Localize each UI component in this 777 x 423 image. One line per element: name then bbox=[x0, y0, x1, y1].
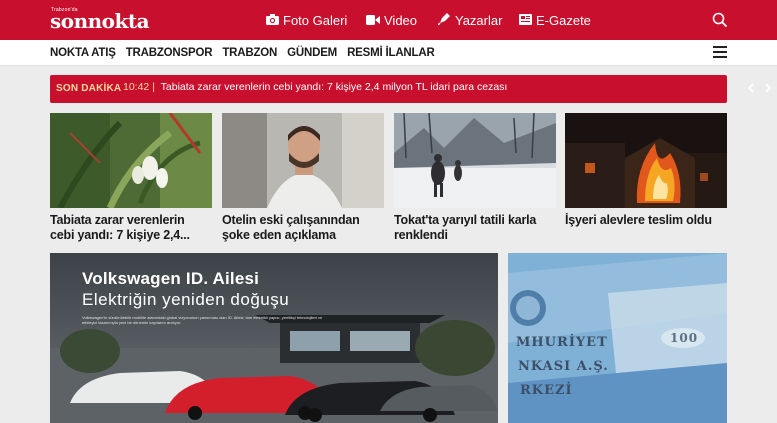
pen-icon bbox=[437, 12, 451, 28]
ad-body-text: Volkswagen'in sürdürülebilir mobilite al… bbox=[82, 315, 323, 325]
volkswagen-ad-banner[interactable]: Volkswagen ID. Ailesi Elektriğin yeniden… bbox=[50, 253, 498, 423]
nav-photo-gallery-label: Foto Galeri bbox=[283, 12, 348, 28]
top-header: Trabzon'da sonnokta Foto Galeri Video Ya… bbox=[0, 0, 777, 40]
category-nav: NOKTA ATIŞ TRABZONSPOR TRABZON GÜNDEM RE… bbox=[0, 40, 777, 66]
news-thumbnail-fire[interactable] bbox=[565, 113, 727, 208]
banknote-text-line1: MHURİYET bbox=[516, 335, 608, 350]
breaking-news-label: SON DAKİKA bbox=[56, 83, 122, 94]
news-card-title[interactable]: İşyeri alevlere teslim oldu bbox=[565, 213, 727, 228]
nav-authors[interactable]: Yazarlar bbox=[437, 0, 503, 40]
category-nokta-atis[interactable]: NOKTA ATIŞ bbox=[50, 47, 116, 59]
news-card[interactable]: Tabiata zarar verenlerin cebi yandı: 7 k… bbox=[50, 113, 212, 243]
nav-e-newspaper[interactable]: E-Gazete bbox=[519, 0, 591, 40]
news-card-title[interactable]: Otelin eski çalışanından şoke eden açıkl… bbox=[222, 213, 384, 243]
category-trabzonspor[interactable]: TRABZONSPOR bbox=[126, 47, 213, 59]
ad-subtitle: Elektriğin yeniden doğuşu bbox=[82, 290, 290, 309]
news-card[interactable]: İşyeri alevlere teslim oldu bbox=[565, 113, 727, 228]
banknote-denomination: 100 bbox=[670, 331, 699, 345]
nav-e-newspaper-label: E-Gazete bbox=[536, 12, 591, 28]
site-logo[interactable]: Trabzon'da sonnokta bbox=[50, 6, 150, 34]
chevron-right-icon bbox=[765, 83, 772, 93]
news-card[interactable]: Otelin eski çalışanından şoke eden açıkl… bbox=[222, 113, 384, 243]
breaking-news-time: 10:42 | bbox=[123, 81, 155, 93]
nav-authors-label: Yazarlar bbox=[455, 12, 503, 28]
category-resmi-ilanlar[interactable]: RESMİ İLANLAR bbox=[347, 47, 435, 59]
ad-title: Volkswagen ID. Ailesi bbox=[82, 269, 260, 288]
news-card-title[interactable]: Tabiata zarar verenlerin cebi yandı: 7 k… bbox=[50, 213, 212, 243]
banknote-text-line2: NKASI A.Ş. bbox=[518, 359, 609, 374]
news-card-title[interactable]: Tokat'ta yarıyıl tatili karla renklendi bbox=[394, 213, 556, 243]
news-card[interactable]: Tokat'ta yarıyıl tatili karla renklendi bbox=[394, 113, 556, 243]
ticker-prev-button[interactable] bbox=[744, 81, 758, 95]
logo-wordmark: sonnokta bbox=[50, 9, 150, 33]
video-camera-icon bbox=[366, 13, 380, 28]
camera-icon bbox=[266, 13, 279, 28]
search-button[interactable] bbox=[710, 10, 730, 30]
news-thumbnail-snow[interactable] bbox=[394, 113, 556, 208]
banknote-text-line3: RKEZİ bbox=[520, 383, 573, 398]
category-trabzon[interactable]: TRABZON bbox=[222, 47, 277, 59]
breaking-news-headline: Tabiata zarar verenlerin cebi yandı: 7 k… bbox=[160, 81, 508, 93]
category-gundem[interactable]: GÜNDEM bbox=[287, 47, 337, 59]
ticker-next-button[interactable] bbox=[761, 81, 775, 95]
newspaper-icon bbox=[519, 13, 532, 28]
news-thumbnail-plant[interactable] bbox=[50, 113, 212, 208]
breaking-news-ticker: SON DAKİKA 10:42 | Tabiata zarar verenle… bbox=[50, 75, 772, 103]
search-icon bbox=[712, 12, 728, 28]
hamburger-menu-icon[interactable] bbox=[713, 46, 727, 60]
chevron-left-icon bbox=[747, 83, 754, 93]
news-thumbnail-man[interactable] bbox=[222, 113, 384, 208]
nav-photo-gallery[interactable]: Foto Galeri bbox=[266, 0, 347, 40]
side-news-image[interactable]: MHURİYET NKASI A.Ş. RKEZİ 100 bbox=[508, 253, 727, 423]
breaking-news-item[interactable]: 10:42 | Tabiata zarar verenlerin cebi ya… bbox=[123, 75, 507, 103]
nav-video[interactable]: Video bbox=[366, 0, 417, 40]
nav-video-label: Video bbox=[384, 12, 418, 28]
